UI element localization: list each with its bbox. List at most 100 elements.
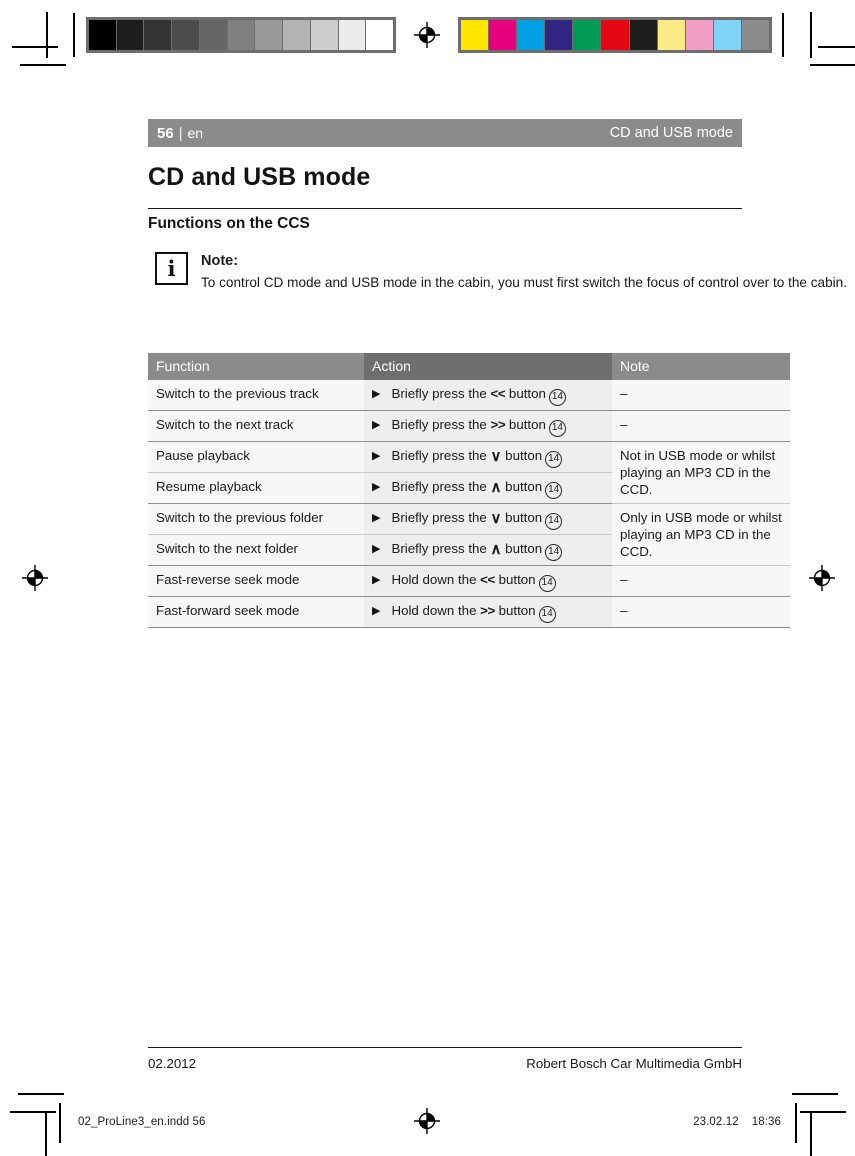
action-text: Briefly press the ∨ button 14	[391, 447, 563, 468]
crop-mark-bottom-right-vertical	[810, 1111, 812, 1156]
trim-line-right-top	[782, 13, 784, 57]
table-row: Switch to the next track ▶ Briefly press t…	[148, 410, 790, 442]
bullet-triangle-icon: ▶	[372, 450, 381, 462]
calibration-swatch-3	[544, 20, 573, 50]
cell-function: Switch to the previous folder	[148, 503, 364, 535]
registration-mark-left	[22, 565, 48, 591]
cell-action: ▶ Briefly press the << button 14	[364, 380, 612, 411]
action-text: Hold down the >> button 14	[391, 602, 556, 623]
calibration-swatch-9	[712, 20, 741, 50]
calibration-swatch-1	[488, 20, 517, 50]
action-key-glyph: ∨	[490, 448, 502, 465]
slug-filename: 02_ProLine3_en.indd 56	[78, 1116, 206, 1128]
action-text: Briefly press the << button 14	[391, 385, 566, 406]
table-header-row: Function Action Note	[148, 353, 790, 380]
crop-mark-top-right-horizontal	[818, 46, 855, 48]
grayscale-calibration-strip	[86, 17, 396, 53]
note-title: Note:	[201, 253, 239, 269]
action-text: Hold down the << button 14	[391, 571, 556, 592]
calibration-swatch-4	[572, 20, 601, 50]
reference-badge: 14	[545, 513, 563, 530]
running-head-chapter: CD and USB mode	[609, 125, 733, 141]
action-key-glyph: <<	[480, 572, 495, 587]
info-icon: i	[155, 252, 188, 285]
reference-badge: 14	[548, 389, 566, 406]
registration-mark-top-center	[414, 22, 440, 48]
slug-time: 18:36	[751, 1116, 781, 1128]
page-number-separator: |	[178, 125, 183, 142]
calibration-swatch-10	[365, 20, 394, 50]
calibration-swatch-10	[740, 20, 770, 50]
calibration-swatch-1	[115, 20, 144, 50]
calibration-swatch-0	[89, 20, 116, 50]
action-key-glyph: ∧	[490, 479, 502, 496]
note-text: To control CD mode and USB mode in the c…	[201, 274, 848, 290]
cell-action: ▶ Hold down the << button 14	[364, 565, 612, 597]
cell-note: –	[612, 380, 790, 411]
page-number: 56	[157, 124, 174, 142]
registration-mark-right	[809, 565, 835, 591]
functions-table-body: Switch to the previous track ▶ Briefly pre…	[148, 380, 790, 628]
bullet-triangle-icon: ▶	[372, 419, 381, 431]
footer-date: 02.2012	[148, 1056, 197, 1071]
crop-mark-bottom-left-vertical	[45, 1111, 47, 1156]
footer-divider-rule	[148, 1047, 742, 1048]
cell-note: Only in USB mode or whilst playing an MP…	[612, 503, 790, 566]
action-text: Briefly press the ∧ button 14	[391, 540, 563, 561]
calibration-swatch-6	[628, 20, 657, 50]
crop-mark-top-left-horizontal	[12, 46, 58, 48]
action-text: Briefly press the >> button 14	[391, 416, 566, 437]
note-callout: i Note: To control CD mode and USB mode …	[155, 252, 847, 292]
crop-mark-bottom-right-bleed	[792, 1093, 838, 1095]
prepress-slug-bar: 02_ProLine3_en.indd 56 23.02.12 18:36	[62, 1108, 797, 1136]
action-key-glyph: <<	[490, 386, 506, 401]
column-header-note: Note	[612, 353, 790, 380]
reference-badge: 14	[538, 575, 556, 592]
calibration-swatch-2	[143, 20, 172, 50]
crop-mark-top-left-bleed	[20, 64, 66, 66]
cell-note: –	[612, 596, 790, 628]
table-row: Switch to the previous folder ▶ Briefly pr…	[148, 503, 790, 566]
section-heading: Functions on the CCS	[148, 215, 310, 232]
action-key-glyph: ∧	[490, 541, 502, 558]
calibration-swatch-4	[198, 20, 227, 50]
column-header-action: Action	[364, 353, 612, 380]
page-title: CD and USB mode	[148, 163, 371, 191]
cell-function: Fast-reverse seek mode	[148, 565, 364, 597]
cell-action: ▶ Hold down the >> button 14	[364, 596, 612, 628]
column-header-function: Function	[148, 353, 364, 380]
calibration-swatch-2	[516, 20, 545, 50]
crop-mark-top-right-vertical	[810, 12, 812, 58]
cell-function: Switch to the previous track	[148, 380, 364, 411]
page-footer: 02.2012 Robert Bosch Car Multimedia GmbH	[148, 1056, 742, 1071]
cell-note: –	[612, 565, 790, 597]
calibration-swatch-8	[309, 20, 338, 50]
table-row: Fast-reverse seek mode ▶ Hold down the << …	[148, 565, 790, 597]
calibration-swatch-8	[684, 20, 713, 50]
table-row: Switch to the previous track ▶ Briefly pre…	[148, 380, 790, 411]
action-key-glyph: >>	[480, 603, 495, 618]
cell-function: Resume playback	[148, 472, 364, 504]
bullet-triangle-icon: ▶	[372, 574, 381, 586]
cell-action: ▶ Briefly press the >> button 14	[364, 410, 612, 442]
calibration-swatch-5	[226, 20, 255, 50]
slug-timestamp: 23.02.12 18:36	[693, 1116, 781, 1128]
calibration-swatch-7	[282, 20, 310, 50]
cell-function: Switch to the next track	[148, 410, 364, 442]
section-divider-rule	[148, 208, 742, 209]
cell-action: ▶ Briefly press the ∨ button 14	[364, 441, 612, 473]
action-text: Briefly press the ∧ button 14	[391, 478, 563, 499]
trim-line-left-bottom	[59, 1103, 61, 1143]
table-row: Pause playback ▶ Briefly press the ∨ butto…	[148, 441, 790, 504]
functions-table-head: Function Action Note	[148, 353, 790, 380]
action-key-glyph: >>	[490, 417, 506, 432]
trim-line-left-top	[73, 13, 75, 57]
calibration-swatch-5	[600, 20, 629, 50]
action-key-glyph: ∨	[490, 510, 502, 527]
calibration-swatch-7	[656, 20, 685, 50]
action-text: Briefly press the ∨ button 14	[391, 509, 563, 530]
bullet-triangle-icon: ▶	[372, 543, 381, 555]
reference-badge: 14	[545, 451, 563, 468]
color-calibration-strip	[458, 17, 772, 53]
calibration-swatch-6	[254, 20, 283, 50]
